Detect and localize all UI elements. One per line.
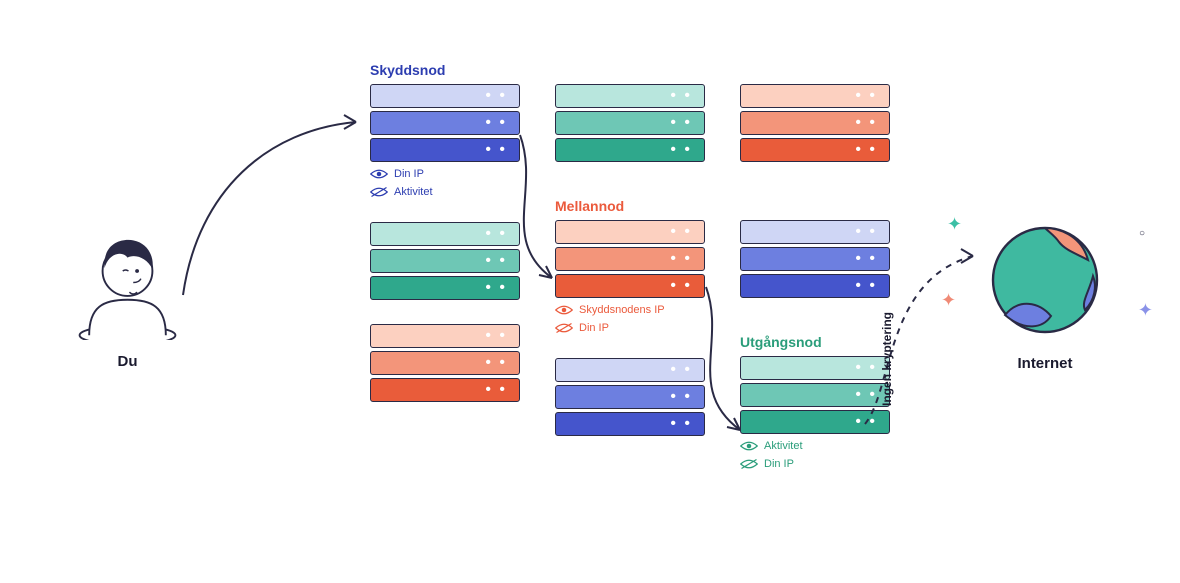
sparkle-icon: ✦ (947, 214, 962, 235)
eye-crossed-icon (555, 322, 573, 334)
exit-hidden-text: Din IP (764, 458, 794, 470)
sparkle-icon: ○ (1139, 228, 1145, 239)
server-stack-icon (740, 84, 890, 162)
person-icon (70, 225, 185, 340)
exit-visible-text: Aktivitet (764, 440, 803, 452)
guard-hidden-text: Aktivitet (394, 186, 433, 198)
guard-visible-text: Din IP (394, 168, 424, 180)
arrow-guard-to-middle (480, 130, 570, 290)
arrow-middle-to-exit (668, 282, 758, 442)
user-label: Du (60, 353, 195, 370)
server-stack-icon (555, 84, 705, 162)
globe-icon (985, 220, 1105, 340)
arrow-user-to-guard (178, 90, 373, 300)
anon-server-stack (370, 324, 520, 402)
middle-visible-text: Skyddsnodens IP (579, 304, 665, 316)
middle-node-title: Mellannod (555, 198, 705, 214)
middle-hidden-text: Din IP (579, 322, 609, 334)
exit-hidden-row: Din IP (740, 458, 890, 470)
guard-node-title: Skyddsnod (370, 62, 520, 78)
no-encryption-label: Ingen kryptering (880, 312, 894, 406)
anon-server-stack (555, 84, 705, 162)
eye-crossed-icon (740, 458, 758, 470)
exit-visible-row: Aktivitet (740, 440, 890, 452)
eye-open-icon (555, 304, 573, 316)
internet-label: Internet (955, 355, 1135, 372)
sparkle-icon: ✦ (941, 290, 956, 311)
sparkle-icon: ✦ (1138, 300, 1153, 321)
internet-figure: ✦ ✦ ✦ ○ Internet (955, 220, 1135, 372)
server-stack-icon (370, 324, 520, 402)
user-figure: Du (60, 225, 195, 370)
anon-server-stack (740, 84, 890, 162)
